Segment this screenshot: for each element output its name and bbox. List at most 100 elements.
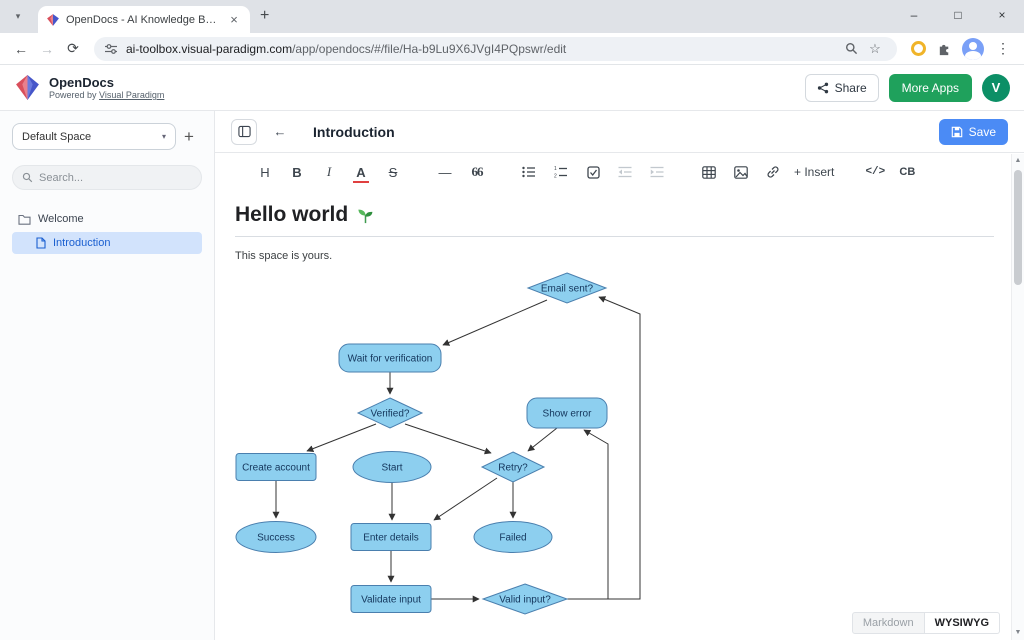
tree-item-label: Introduction: [53, 237, 110, 249]
app-header: OpenDocs Powered by Visual Paradigm Shar…: [0, 65, 1024, 111]
forward-icon[interactable]: →: [34, 36, 60, 62]
site-info-icon[interactable]: [104, 42, 118, 56]
save-button[interactable]: Save: [939, 119, 1008, 145]
flowchart-label-wait-verification: Wait for verification: [348, 354, 433, 365]
insert-button[interactable]: + Insert: [794, 160, 834, 184]
extensions-puzzle-icon[interactable]: [932, 41, 956, 56]
code-block-button[interactable]: CB: [896, 160, 918, 184]
table-icon[interactable]: [698, 160, 720, 184]
image-icon[interactable]: [730, 160, 752, 184]
flowchart-label-start: Start: [381, 463, 402, 474]
link-icon[interactable]: [762, 160, 784, 184]
app-name: OpenDocs: [49, 75, 164, 90]
font-color-label: A: [356, 165, 365, 180]
search-box[interactable]: [12, 165, 202, 190]
sidebar-toggle-icon[interactable]: [231, 119, 257, 145]
window-controls: – □ ×: [892, 0, 1024, 30]
tab-close-icon[interactable]: ×: [226, 12, 242, 27]
share-icon: [817, 82, 829, 94]
flowchart-label-valid-input: Valid input?: [499, 595, 551, 606]
url-path: /app/opendocs/#/file/Ha-b9Lu9X6JVgI4PQps…: [292, 42, 566, 56]
tree-item-welcome[interactable]: Welcome: [12, 208, 202, 230]
app-body: Default Space ▾ + Welcome: [0, 111, 1024, 640]
back-arrow-icon[interactable]: ←: [267, 119, 293, 145]
outdent-icon[interactable]: [614, 160, 636, 184]
flowchart-image[interactable]: Email sent? Wait for verification Verified…: [235, 266, 675, 624]
document-icon: [36, 237, 46, 249]
sidebar: Default Space ▾ + Welcome: [0, 111, 215, 640]
flowchart-node-start: Start: [353, 452, 431, 483]
zoom-icon[interactable]: [839, 42, 863, 55]
svg-text:1: 1: [554, 166, 557, 172]
space-name: Default Space: [22, 131, 91, 143]
close-button[interactable]: ×: [980, 0, 1024, 30]
wysiwyg-mode-button[interactable]: WYSIWYG: [925, 612, 1000, 634]
browser-navbar: ← → ⟳ ai-toolbox.visual-paradigm.com/app…: [0, 33, 1024, 65]
document-topbar: ← Introduction Save: [215, 111, 1024, 153]
editor-mode-switch: Markdown WYSIWYG: [852, 612, 1000, 634]
add-space-button[interactable]: +: [176, 127, 202, 147]
back-icon[interactable]: ←: [8, 36, 34, 62]
header-actions: Share More Apps V: [805, 74, 1010, 102]
powered-by: Powered by Visual Paradigm: [49, 90, 164, 100]
bookmark-star-icon[interactable]: ☆: [863, 41, 887, 57]
opendocs-favicon: [46, 13, 60, 27]
flowchart-label-validate-input: Validate input: [361, 595, 421, 606]
svg-text:2: 2: [554, 174, 557, 179]
space-selector-row: Default Space ▾ +: [12, 123, 202, 150]
tree-item-label: Welcome: [38, 213, 84, 225]
share-button[interactable]: Share: [805, 74, 879, 102]
space-selector[interactable]: Default Space ▾: [12, 123, 176, 150]
strikethrough-button[interactable]: S: [382, 160, 404, 184]
save-label: Save: [969, 125, 996, 139]
flowchart-edge-valid-input-to-email-sent: [567, 297, 640, 599]
new-tab-button[interactable]: +: [260, 7, 269, 25]
flowchart-label-enter-details: Enter details: [363, 533, 419, 544]
tree-item-introduction[interactable]: Introduction: [12, 232, 202, 254]
more-apps-button[interactable]: More Apps: [889, 74, 972, 102]
share-label: Share: [835, 81, 867, 95]
minimize-button[interactable]: –: [892, 0, 936, 30]
bullet-list-icon[interactable]: [518, 160, 540, 184]
markdown-mode-button[interactable]: Markdown: [852, 612, 925, 634]
maximize-button[interactable]: □: [936, 0, 980, 30]
chevron-down-icon: ▾: [162, 132, 166, 141]
font-color-button[interactable]: A: [350, 160, 372, 184]
reload-icon[interactable]: ⟳: [60, 36, 86, 62]
browser-tab[interactable]: OpenDocs - AI Knowledge Base ×: [38, 6, 250, 33]
inline-code-button[interactable]: </>: [864, 160, 886, 184]
numbered-list-icon[interactable]: 1 2: [550, 160, 572, 184]
flowchart-node-wait-verification: Wait for verification: [339, 344, 441, 372]
bold-button[interactable]: B: [286, 160, 308, 184]
flowchart-label-failed: Failed: [499, 533, 526, 544]
flowchart-label-email-sent: Email sent?: [541, 284, 594, 295]
powered-by-text: Powered by: [49, 90, 97, 100]
scroll-down-icon[interactable]: ▼: [1012, 626, 1024, 640]
horizontal-rule-button[interactable]: —: [434, 160, 456, 184]
document-body-text: This space is yours.: [235, 250, 994, 262]
scrollbar-thumb[interactable]: [1014, 170, 1022, 285]
editor-scrollbar[interactable]: ▲ ▼: [1011, 154, 1024, 640]
user-avatar[interactable]: V: [982, 74, 1010, 102]
task-list-icon[interactable]: [582, 160, 604, 184]
url-host: ai-toolbox.visual-paradigm.com: [126, 42, 292, 56]
blockquote-button[interactable]: 66: [466, 160, 488, 184]
flowchart-label-show-error: Show error: [543, 409, 593, 420]
scroll-up-icon[interactable]: ▲: [1012, 154, 1024, 168]
address-bar[interactable]: ai-toolbox.visual-paradigm.com/app/opend…: [94, 37, 897, 61]
profile-avatar[interactable]: [962, 38, 984, 60]
heading-button[interactable]: H: [254, 160, 276, 184]
indent-icon[interactable]: [646, 160, 668, 184]
italic-button[interactable]: I: [318, 160, 340, 184]
flowchart-edge-show-error-to-retry: [528, 428, 557, 451]
visual-paradigm-link[interactable]: Visual Paradigm: [99, 90, 164, 100]
tab-search-icon[interactable]: ▾: [8, 6, 28, 26]
extension-icon[interactable]: [911, 41, 926, 56]
url-text[interactable]: ai-toolbox.visual-paradigm.com/app/opend…: [126, 42, 839, 56]
flowchart-label-verified: Verified?: [371, 409, 410, 420]
browser-menu-icon[interactable]: ⋮: [990, 36, 1016, 62]
flowchart-node-validate-input: Validate input: [351, 586, 431, 613]
folder-icon: [18, 214, 31, 225]
search-input[interactable]: [39, 172, 179, 184]
document-editor[interactable]: Hello world This space is yours. Email s…: [215, 191, 1024, 640]
